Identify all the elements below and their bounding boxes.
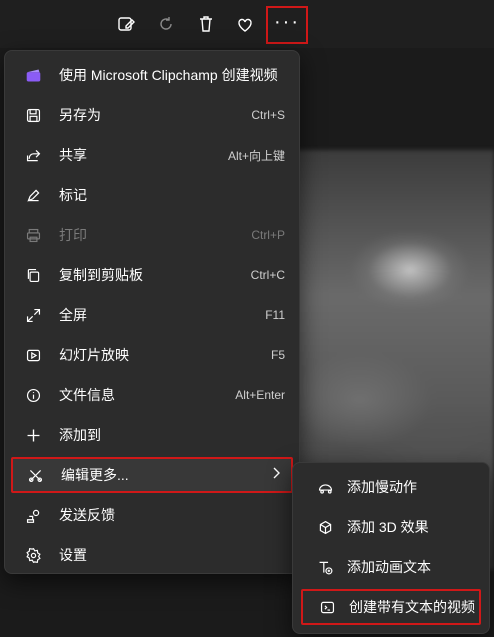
edit-image-icon[interactable] bbox=[110, 8, 142, 40]
menu-item-add-to[interactable]: 添加到 bbox=[11, 417, 293, 453]
menu-item-save-as[interactable]: 另存为 Ctrl+S bbox=[11, 97, 293, 133]
submenu-item-video-with-text[interactable]: 创建带有文本的视频 bbox=[301, 589, 481, 625]
context-menu: 使用 Microsoft Clipchamp 创建视频 另存为 Ctrl+S 共… bbox=[4, 50, 300, 574]
edit-more-submenu: 添加慢动作 添加 3D 效果 添加动画文本 创建带有文本的视频 bbox=[292, 462, 490, 634]
menu-item-label: 全屏 bbox=[59, 307, 87, 323]
submenu-item-label: 创建带有文本的视频 bbox=[349, 599, 475, 615]
markup-icon bbox=[23, 185, 43, 205]
slow-motion-icon bbox=[315, 477, 335, 497]
menu-item-share[interactable]: 共享 Alt+向上键 bbox=[11, 137, 293, 173]
menu-item-print: 打印 Ctrl+P bbox=[11, 217, 293, 253]
feedback-icon bbox=[23, 505, 43, 525]
clipchamp-icon bbox=[23, 65, 43, 85]
print-icon bbox=[23, 225, 43, 245]
share-icon bbox=[23, 145, 43, 165]
menu-item-label: 复制到剪贴板 bbox=[59, 267, 143, 283]
menu-item-shortcut: Ctrl+P bbox=[251, 228, 285, 242]
effects-3d-icon bbox=[315, 517, 335, 537]
menu-item-label: 另存为 bbox=[59, 107, 101, 123]
menu-item-shortcut: Ctrl+S bbox=[251, 108, 285, 122]
menu-item-fullscreen[interactable]: 全屏 F11 bbox=[11, 297, 293, 333]
menu-item-label: 编辑更多... bbox=[61, 467, 129, 483]
menu-item-label: 文件信息 bbox=[59, 387, 115, 403]
menu-item-shortcut: Ctrl+C bbox=[250, 268, 285, 282]
animated-text-icon bbox=[315, 557, 335, 577]
video-text-icon bbox=[317, 597, 337, 617]
menu-item-feedback[interactable]: 发送反馈 bbox=[11, 497, 293, 533]
menu-item-shortcut: F11 bbox=[265, 308, 285, 322]
more-icon: ··· bbox=[274, 11, 300, 33]
submenu-item-label: 添加慢动作 bbox=[347, 479, 417, 495]
edit-more-icon bbox=[25, 465, 45, 485]
menu-item-shortcut: Alt+向上键 bbox=[227, 148, 285, 163]
menu-item-settings[interactable]: 设置 bbox=[11, 537, 293, 573]
copy-icon bbox=[23, 265, 43, 285]
rotate-icon[interactable] bbox=[150, 8, 182, 40]
more-options-button[interactable]: ··· bbox=[266, 6, 308, 44]
submenu-item-label: 添加动画文本 bbox=[347, 559, 431, 575]
menu-item-shortcut: Alt+Enter bbox=[235, 388, 285, 402]
menu-item-label: 打印 bbox=[59, 227, 87, 243]
menu-item-edit-more[interactable]: 编辑更多... bbox=[11, 457, 293, 493]
menu-item-markup[interactable]: 标记 bbox=[11, 177, 293, 213]
settings-icon bbox=[23, 545, 43, 565]
menu-item-slideshow[interactable]: 幻灯片放映 F5 bbox=[11, 337, 293, 373]
submenu-item-animated-text[interactable]: 添加动画文本 bbox=[301, 549, 481, 585]
fullscreen-icon bbox=[23, 305, 43, 325]
menu-item-label: 幻灯片放映 bbox=[59, 347, 129, 363]
menu-item-label: 设置 bbox=[59, 547, 87, 563]
chevron-right-icon bbox=[271, 466, 281, 485]
add-icon bbox=[23, 425, 43, 445]
slideshow-icon bbox=[23, 345, 43, 365]
submenu-item-3d-effects[interactable]: 添加 3D 效果 bbox=[301, 509, 481, 545]
save-icon bbox=[23, 105, 43, 125]
delete-icon[interactable] bbox=[190, 8, 222, 40]
info-icon bbox=[23, 385, 43, 405]
top-toolbar: ··· bbox=[0, 0, 494, 48]
submenu-item-slow-motion[interactable]: 添加慢动作 bbox=[301, 469, 481, 505]
menu-item-label: 标记 bbox=[59, 187, 87, 203]
menu-item-copy[interactable]: 复制到剪贴板 Ctrl+C bbox=[11, 257, 293, 293]
menu-item-file-info[interactable]: 文件信息 Alt+Enter bbox=[11, 377, 293, 413]
menu-item-label: 共享 bbox=[59, 147, 87, 163]
menu-item-shortcut: F5 bbox=[270, 348, 285, 362]
submenu-item-label: 添加 3D 效果 bbox=[347, 519, 429, 535]
menu-item-clipchamp[interactable]: 使用 Microsoft Clipchamp 创建视频 bbox=[11, 57, 293, 93]
favorite-icon[interactable] bbox=[229, 8, 261, 40]
menu-item-label: 使用 Microsoft Clipchamp 创建视频 bbox=[59, 67, 278, 83]
menu-item-label: 发送反馈 bbox=[59, 507, 115, 523]
menu-item-label: 添加到 bbox=[59, 427, 101, 443]
